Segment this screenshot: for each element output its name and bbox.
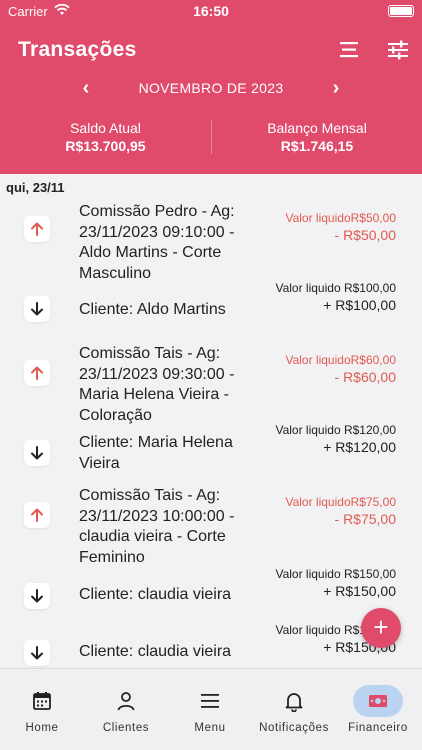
nav-label: Menu	[194, 722, 226, 734]
date-header: qui, 23/11	[6, 180, 65, 195]
filter-icon[interactable]	[385, 38, 411, 62]
chevron-right-icon[interactable]: ›	[324, 78, 348, 98]
menu-icon	[192, 685, 228, 717]
transaction-amount: Valor liquido R$150,00 + R$150,00	[246, 566, 396, 600]
sort-icon[interactable]	[336, 38, 362, 62]
bell-icon	[276, 685, 312, 717]
money-icon	[353, 685, 403, 717]
saldo-atual-label: Saldo Atual	[70, 120, 141, 136]
arrow-down-icon	[24, 583, 50, 609]
transaction-value: - R$50,00	[334, 227, 396, 243]
nav-label: Financeiro	[348, 722, 408, 734]
add-transaction-button[interactable]: +	[361, 608, 401, 648]
bottom-navigation: Home Clientes Menu Notificações Financei…	[0, 668, 422, 750]
transactions-header: Transações ‹ NOVEMBRO DE 2023 › Saldo At…	[0, 22, 422, 174]
nav-item-menu[interactable]: Menu	[168, 669, 252, 750]
clock-time: 16:50	[193, 3, 229, 19]
transaction-description: Cliente: claudia vieira	[79, 643, 232, 660]
calendar-icon	[24, 685, 60, 717]
transaction-value: - R$75,00	[334, 511, 396, 527]
transaction-net-value: Valor liquidoR$50,00	[285, 211, 396, 225]
transaction-amount: Valor liquidoR$60,00 - R$60,00	[246, 352, 396, 386]
transaction-value: + R$120,00	[323, 439, 396, 455]
transaction-amount: Valor liquidoR$75,00 - R$75,00	[246, 494, 396, 528]
current-month: NOVEMBRO DE 2023	[138, 80, 284, 96]
transaction-net-value: Valor liquidoR$60,00	[285, 353, 396, 367]
nav-label: Clientes	[102, 722, 150, 734]
transaction-description: Cliente: Aldo Martins	[79, 301, 226, 318]
transaction-net-value: Valor liquido R$150,00	[275, 567, 396, 581]
nav-item-home[interactable]: Home	[0, 669, 84, 750]
arrow-down-icon	[24, 296, 50, 322]
transaction-description: Comissão Tais - Ag: 23/11/2023 10:00:00 …	[79, 487, 235, 566]
arrow-up-icon	[24, 216, 50, 242]
arrow-up-icon	[24, 360, 50, 386]
transaction-value: + R$100,00	[323, 297, 396, 313]
transaction-amount: Valor liquido R$120,00 + R$120,00	[246, 422, 396, 456]
arrow-down-icon	[24, 440, 50, 466]
transaction-net-value: Valor liquido R$120,00	[275, 423, 396, 437]
nav-item-financeiro[interactable]: Financeiro	[336, 669, 420, 750]
nav-label: Home	[25, 722, 59, 734]
nav-item-clientes[interactable]: Clientes	[84, 669, 168, 750]
saldo-atual-value: R$13.700,95	[65, 138, 146, 154]
battery-icon	[388, 5, 414, 17]
saldo-atual: Saldo Atual R$13.700,95	[0, 120, 211, 154]
person-icon	[108, 685, 144, 717]
arrow-down-icon	[24, 640, 50, 666]
transaction-value: - R$60,00	[334, 369, 396, 385]
chevron-left-icon[interactable]: ‹	[74, 78, 98, 98]
nav-label: Notificações	[259, 722, 329, 734]
arrow-up-icon	[24, 502, 50, 528]
transaction-amount: Valor liquido R$100,00 + R$100,00	[246, 280, 396, 314]
transaction-description: Cliente: Maria Helena Vieira	[79, 434, 233, 472]
transaction-description: Comissão Tais - Ag: 23/11/2023 09:30:00 …	[79, 345, 235, 424]
status-bar: Carrier 16:50	[0, 0, 422, 22]
balanco-mensal: Balanço Mensal R$1.746,15	[211, 120, 422, 154]
transaction-description: Cliente: claudia vieira	[79, 586, 232, 603]
page-title: Transações	[18, 38, 137, 61]
balanco-mensal-label: Balanço Mensal	[267, 120, 367, 136]
transaction-value: + R$150,00	[323, 583, 396, 599]
balance-summary: Saldo Atual R$13.700,95 Balanço Mensal R…	[0, 120, 422, 158]
transaction-net-value: Valor liquido R$100,00	[275, 281, 396, 295]
month-selector: ‹ NOVEMBRO DE 2023 ›	[0, 78, 422, 100]
transaction-amount: Valor liquidoR$50,00 - R$50,00	[246, 210, 396, 244]
balanco-mensal-value: R$1.746,15	[280, 138, 354, 154]
transactions-list[interactable]: qui, 23/11 Comissão Pedro - Ag: 23/11/20…	[0, 174, 422, 668]
nav-item-notificacoes[interactable]: Notificações	[252, 669, 336, 750]
transaction-description: Comissão Pedro - Ag: 23/11/2023 09:10:00…	[79, 203, 235, 282]
transaction-net-value: Valor liquidoR$75,00	[285, 495, 396, 509]
